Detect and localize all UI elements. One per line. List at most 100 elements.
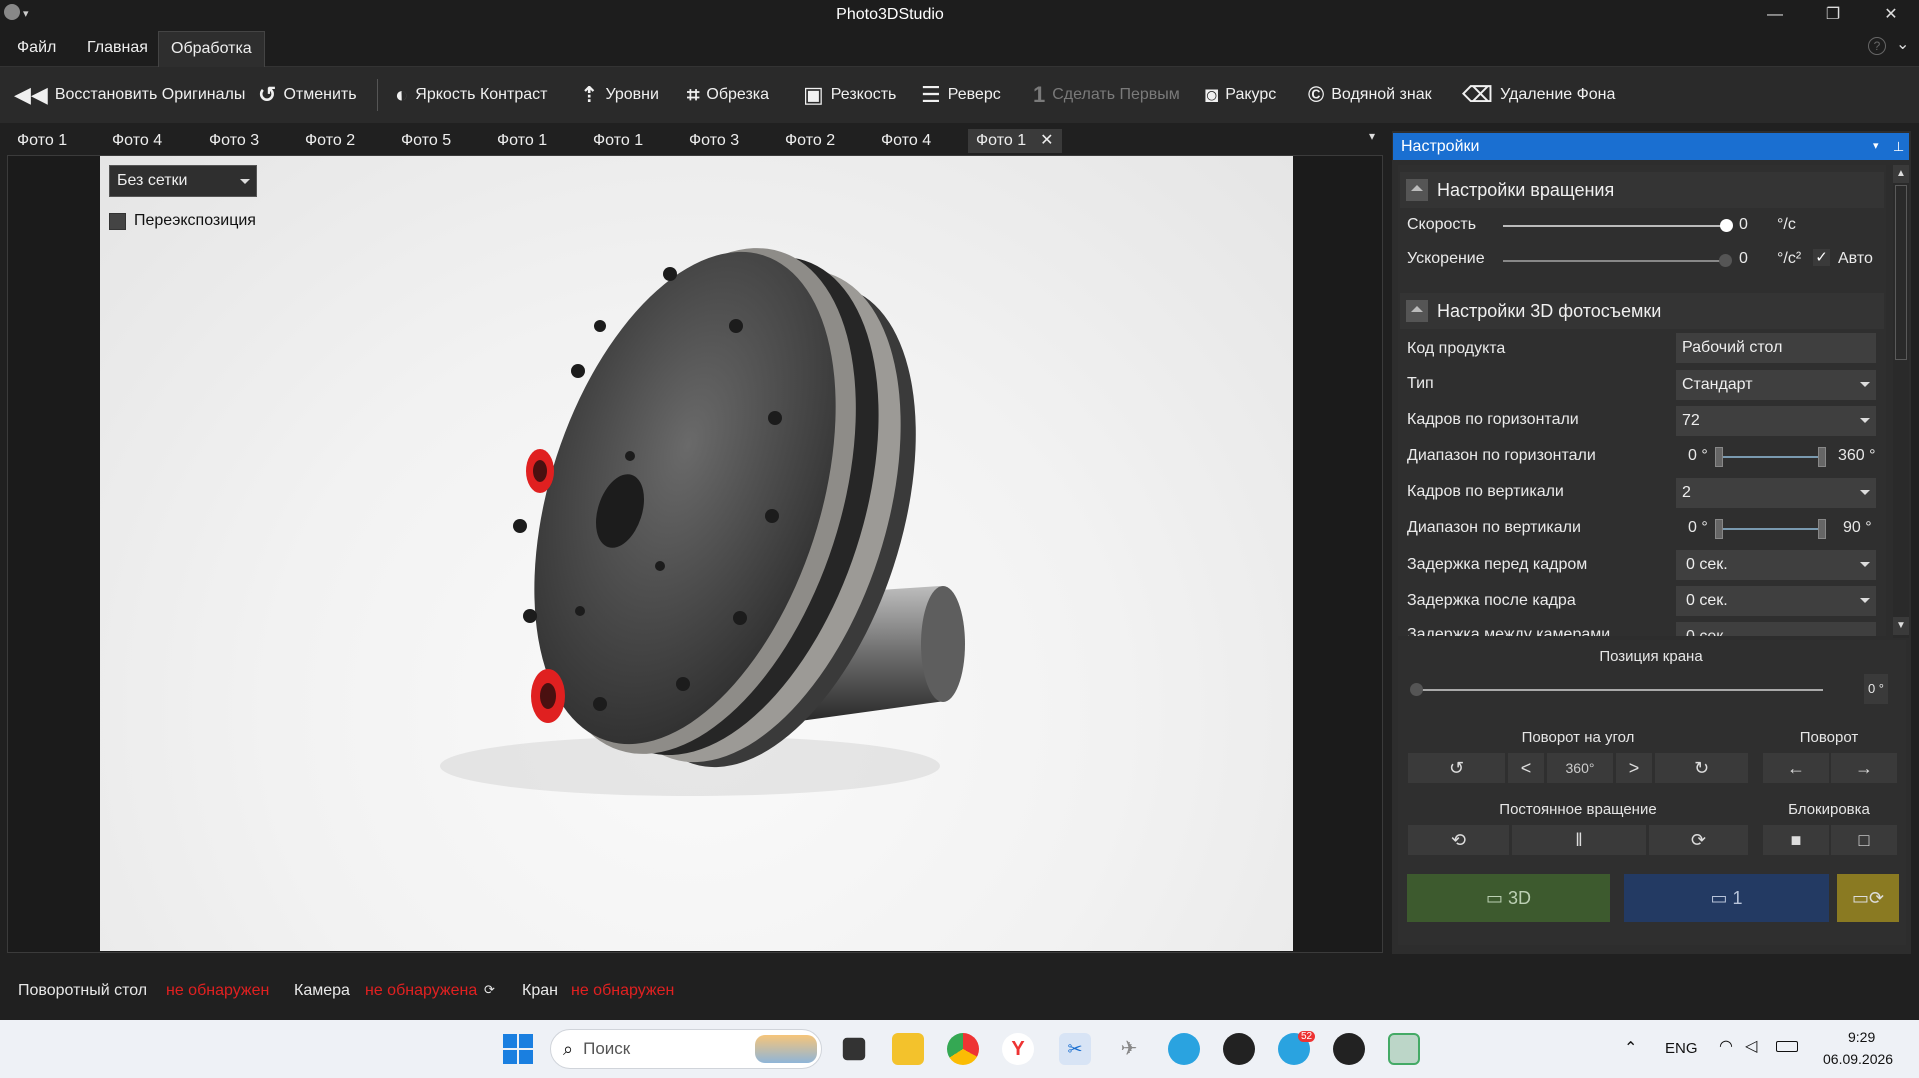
close-button[interactable]: ✕ <box>1866 2 1916 28</box>
v-range-max-handle[interactable] <box>1818 519 1826 539</box>
watermark-button[interactable]: © Водяной знак <box>1308 67 1432 123</box>
h-range-max-handle[interactable] <box>1818 447 1826 467</box>
crane-position-value[interactable]: 0 ° <box>1864 674 1888 704</box>
angle-button[interactable]: ◙ Ракурс <box>1205 67 1276 123</box>
delay-after-select[interactable]: 0 сек. <box>1676 586 1876 616</box>
shoot-loop-button[interactable]: ▭⟳ <box>1837 874 1899 922</box>
speed-slider-knob[interactable] <box>1720 219 1733 232</box>
snipping-tool-icon[interactable]: ✂ <box>1059 1033 1091 1065</box>
yandex-browser-icon[interactable]: Y <box>1002 1033 1034 1065</box>
tab-photo[interactable]: Фото 5 <box>401 129 451 153</box>
shoot-settings-header[interactable]: Настройки 3D фотосъемки <box>1400 293 1884 329</box>
menu-processing[interactable]: Обработка <box>158 31 265 67</box>
h-range-min-handle[interactable] <box>1715 447 1723 467</box>
minimize-button[interactable]: — <box>1750 2 1800 28</box>
menu-home[interactable]: Главная <box>75 31 160 67</box>
tab-photo[interactable]: Фото 2 <box>785 129 835 153</box>
language-indicator[interactable]: ENG <box>1665 1040 1698 1057</box>
tab-photo[interactable]: Фото 4 <box>112 129 162 153</box>
close-tab-icon[interactable]: ✕ <box>1040 132 1053 149</box>
acceleration-slider-track[interactable] <box>1503 260 1723 262</box>
levels-button[interactable]: ⇡ Уровни <box>580 67 659 123</box>
clock-time[interactable]: 9:29 <box>1848 1029 1875 1045</box>
scroll-thumb[interactable] <box>1895 185 1907 360</box>
tab-photo[interactable]: Фото 1 <box>17 129 67 153</box>
tab-photo[interactable]: Фото 3 <box>209 129 259 153</box>
type-select[interactable]: Стандарт <box>1676 370 1876 400</box>
constant-cw-button[interactable]: ⟳ <box>1649 825 1748 855</box>
delay-before-select[interactable]: 0 сек. <box>1676 550 1876 580</box>
tab-photo[interactable]: Фото 3 <box>689 129 739 153</box>
crane-slider-track[interactable] <box>1418 689 1823 691</box>
v-range-track[interactable] <box>1718 528 1822 530</box>
rotate-left-button[interactable]: ← <box>1763 753 1829 783</box>
restore-button[interactable]: ❐ <box>1808 2 1858 28</box>
v-frames-select[interactable]: 2 <box>1676 478 1876 508</box>
tab-photo[interactable]: Фото 1 <box>497 129 547 153</box>
delay-between-select[interactable]: 0 сек. <box>1676 622 1876 636</box>
network-tool-icon[interactable]: ✈ <box>1113 1033 1145 1065</box>
tab-photo[interactable]: Фото 1 <box>593 129 643 153</box>
overexposure-toggle[interactable]: Переэкспозиция <box>109 212 256 230</box>
shoot-single-button[interactable]: ▭ 1 <box>1624 874 1829 922</box>
auto-checkbox[interactable]: ✓ <box>1813 249 1830 266</box>
h-range-min[interactable]: 0 ° <box>1688 447 1708 465</box>
constant-ccw-button[interactable]: ⟲ <box>1408 825 1509 855</box>
volume-icon[interactable]: ◁ <box>1745 1036 1757 1056</box>
pause-button[interactable]: ‖ <box>1512 825 1646 855</box>
h-frames-select[interactable]: 72 <box>1676 406 1876 436</box>
messenger-icon[interactable] <box>1223 1033 1255 1065</box>
collapse-icon[interactable] <box>1406 300 1428 322</box>
wifi-icon[interactable]: ◠ <box>1719 1036 1733 1056</box>
increase-angle-button[interactable]: > <box>1616 753 1652 783</box>
product-code-input[interactable]: Рабочий стол <box>1676 333 1876 363</box>
tab-photo[interactable]: Фото 4 <box>881 129 931 153</box>
chevron-down-icon[interactable]: ⌄ <box>1896 34 1909 54</box>
telegram-icon[interactable] <box>1168 1033 1200 1065</box>
overexposure-checkbox[interactable] <box>109 212 126 230</box>
background-removal-button[interactable]: ⌫ Удаление Фона <box>1462 67 1615 123</box>
grid-select[interactable]: Без сетки <box>109 165 257 197</box>
rotate-ccw-angle-button[interactable]: ↺ <box>1408 753 1505 783</box>
reverse-button[interactable]: ☰ Реверс <box>921 67 1001 123</box>
lock-button[interactable]: ■ <box>1763 825 1829 855</box>
brightness-contrast-button[interactable]: ◐ Яркость Контраст <box>395 67 547 123</box>
unlock-button[interactable]: □ <box>1831 825 1897 855</box>
tab-photo-active[interactable]: Фото 1 ✕ <box>968 129 1062 153</box>
tray-chevron-up-icon[interactable]: ⌃ <box>1624 1038 1637 1058</box>
clock-date[interactable]: 06.09.2026 <box>1823 1051 1893 1067</box>
v-range-min[interactable]: 0 ° <box>1688 519 1708 537</box>
pin-icon[interactable]: ⊥ <box>1893 133 1904 160</box>
file-explorer-icon[interactable] <box>892 1033 924 1065</box>
settings-scrollbar[interactable]: ▲ ▼ <box>1893 165 1909 638</box>
v-range-max[interactable]: 90 ° <box>1843 519 1872 537</box>
angle-value[interactable]: 360° <box>1547 753 1613 783</box>
rotate-right-button[interactable]: → <box>1831 753 1897 783</box>
decrease-angle-button[interactable]: < <box>1508 753 1544 783</box>
photo3dstudio-taskbar-icon[interactable] <box>1388 1033 1420 1065</box>
make-first-button[interactable]: 1 Сделать Первым <box>1033 67 1180 123</box>
start-button[interactable] <box>503 1034 533 1064</box>
shoot-3d-button[interactable]: ▭ 3D <box>1407 874 1610 922</box>
scroll-up-arrow[interactable]: ▲ <box>1893 165 1909 183</box>
speed-slider-track[interactable] <box>1503 225 1726 227</box>
task-view-icon[interactable] <box>842 1037 866 1061</box>
tab-photo[interactable]: Фото 2 <box>305 129 355 153</box>
acceleration-slider-knob[interactable] <box>1719 254 1732 267</box>
refresh-camera-icon[interactable]: ⟳ <box>484 982 495 998</box>
rotate-cw-angle-button[interactable]: ↻ <box>1655 753 1748 783</box>
chrome-icon[interactable] <box>947 1033 979 1065</box>
scroll-down-arrow[interactable]: ▼ <box>1893 617 1909 635</box>
panel-dropdown-icon[interactable]: ▾ <box>1873 133 1879 160</box>
crane-slider-knob[interactable] <box>1410 683 1423 696</box>
h-range-max[interactable]: 360 ° <box>1838 447 1876 465</box>
h-range-track[interactable] <box>1718 456 1822 458</box>
tabs-menu-icon[interactable]: ▾ <box>1369 129 1375 143</box>
messenger-icon-2[interactable] <box>1333 1033 1365 1065</box>
battery-icon[interactable] <box>1776 1041 1798 1052</box>
restore-originals-button[interactable]: ◀◀ Восстановить Оригиналы <box>14 67 245 123</box>
undo-button[interactable]: ↺ Отменить <box>258 67 357 123</box>
sharpness-button[interactable]: ▣ Резкость <box>803 67 896 123</box>
rotation-settings-header[interactable]: Настройки вращения <box>1400 172 1884 208</box>
v-range-min-handle[interactable] <box>1715 519 1723 539</box>
